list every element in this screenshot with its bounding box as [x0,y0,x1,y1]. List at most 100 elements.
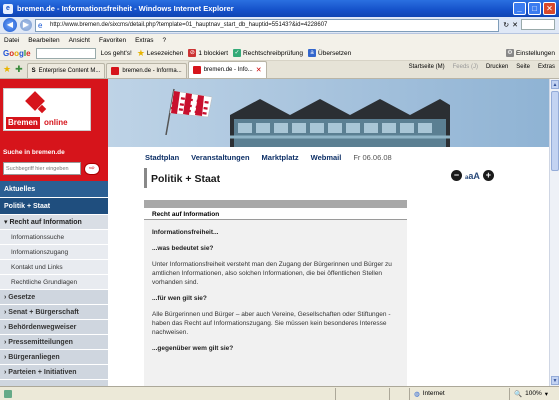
page-menu-button[interactable]: Seite [516,64,530,70]
font-larger-button[interactable]: + [482,170,494,181]
menu-bearbeiten[interactable]: Bearbeiten [28,37,59,44]
page-icon: e [38,20,43,30]
add-favorite-icon[interactable]: ✚ [15,64,23,75]
nav-marktplatz[interactable]: Marktplatz [262,153,299,162]
google-search-button[interactable]: Los geht's! [101,50,132,57]
address-input[interactable]: e http://www.bremen.de/sixcms/detail.php… [35,18,499,32]
article: Recht auf Information Informationsfreihe… [144,200,407,386]
zoom-control[interactable]: 🔍 100% ▾ [509,387,559,400]
minimize-button[interactable]: _ [513,2,526,15]
popup-blocker[interactable]: ⊘ 1 blockiert [188,49,228,57]
search-go-button[interactable]: ⇨ [84,163,100,175]
menu-help[interactable]: ? [163,37,167,44]
scroll-thumb[interactable] [551,91,559,171]
current-date: Fr 06.06.08 [353,152,392,162]
favorites-star-icon[interactable]: ★ [3,64,11,75]
spellcheck-button[interactable]: ✓ Rechtschreibprüfung [233,49,303,57]
article-header: Recht auf Information [144,209,407,220]
sidebar-item-aktuelles[interactable]: Aktuelles [0,181,108,198]
menu-bar: Datei Bearbeiten Ansicht Favoriten Extra… [0,34,559,46]
building-image [230,99,450,147]
article-topbar [144,200,407,208]
menu-extras[interactable]: Extras [135,37,153,44]
sidebar-item-informationszugang[interactable]: Informationszugang [0,245,108,260]
menu-favoriten[interactable]: Favoriten [99,37,126,44]
google-search-input[interactable] [35,47,96,59]
article-question: ...was bedeutet sie? [152,245,214,252]
site-search-input[interactable] [3,162,81,175]
nav-stadtplan[interactable]: Stadtplan [145,153,179,162]
refresh-button[interactable]: ↻ [503,21,509,29]
scroll-up-arrow[interactable]: ▲ [551,80,559,89]
address-url: http://www.bremen.de/sixcms/detail.php?t… [50,21,328,28]
command-bar: Startseite (M) Feeds (J) Drucken Seite E… [409,64,555,70]
page-status-icon [4,389,12,398]
article-paragraph: Alle Bürgerinnen und Bürger – aber auch … [152,311,391,336]
bookmarks-button[interactable]: ★ Lesezeichen [137,48,184,59]
address-actions: ↻ ✕ [503,19,555,30]
tab-favicon: S [31,68,36,74]
menu-ansicht[interactable]: Ansicht [69,37,90,44]
tab-bar: ★ ✚ S Enterprise Content M... bremen.de … [0,61,559,79]
main-navigation: Stadtplan Veranstaltungen Marktplatz Web… [145,149,545,165]
feeds-button[interactable]: Feeds (J) [453,64,478,70]
sidebar-item-informationssuche[interactable]: Informationssuche [0,230,108,245]
sidebar-item-kontakt[interactable]: Kontakt und Links [0,260,108,275]
tab-bremen-active[interactable]: bremen.de - Info... ✕ [187,61,267,78]
tab-favicon [111,67,120,75]
article-question: ...gegenüber wem gilt sie? [152,345,234,352]
sidebar-item-parteien[interactable]: › Parteien + Initiativen [0,365,108,380]
sidebar-item-grundlagen[interactable]: Rechtliche Grundlagen [0,275,108,290]
home-button[interactable]: Startseite (M) [409,64,445,70]
print-button[interactable]: Drucken [486,64,508,70]
stop-button[interactable]: ✕ [512,21,518,29]
status-bar: ◍ Internet 🔍 100% ▾ [0,386,559,400]
nav-webmail[interactable]: Webmail [311,153,342,162]
sidebar-item-presse[interactable]: › Pressemitteilungen [0,335,108,350]
tab-bremen-1[interactable]: bremen.de - Informa... [106,63,187,78]
main-content: Politik + Staat − aaA + Recht auf Inform… [108,165,549,386]
article-heading: Informationsfreiheit... [152,229,219,236]
sidebar-item-behoerden[interactable]: › Behördenwegweiser [0,320,108,335]
vertical-scrollbar[interactable]: ▲ ▼ [549,79,559,386]
nav-veranstaltungen[interactable]: Veranstaltungen [191,153,249,162]
font-size-controls: − aaA + [451,170,494,181]
back-button[interactable]: ◀ [3,18,17,32]
status-cell [335,387,389,400]
close-button[interactable]: ✕ [543,2,556,15]
menu-datei[interactable]: Datei [4,37,19,44]
sidebar-item-gesetze[interactable]: › Gesetze [0,290,108,305]
tab-close-icon[interactable]: ✕ [256,66,262,74]
translate-button[interactable]: a Übersetzen [308,49,351,57]
article-question: ...für wen gilt sie? [152,295,207,302]
translate-icon: a [308,49,317,57]
forward-button[interactable]: ▶ [20,19,32,31]
star-icon: ★ [136,47,145,58]
scroll-down-arrow[interactable]: ▼ [551,376,559,385]
bremen-online-logo[interactable]: Bremen online [3,88,91,131]
bremen-flag-image [165,88,213,135]
article-body: Informationsfreiheit... ...was bedeutet … [144,220,407,386]
tools-menu-button[interactable]: Extras [538,64,555,70]
sidebar-item-politik-staat[interactable]: Politik + Staat [0,198,108,215]
protected-mode-cell [389,387,409,400]
heading-accent [144,168,147,188]
google-toolbar: Google Los geht's! ★ Lesezeichen ⊘ 1 block… [0,46,559,61]
site-banner: Bremen online [0,79,549,147]
maximize-button[interactable]: □ [528,2,541,15]
live-search-input[interactable] [521,19,555,30]
block-icon: ⊘ [188,49,197,57]
globe-icon: ◍ [414,390,420,398]
tab-enterprise-content[interactable]: S Enterprise Content M... [26,63,106,78]
chevron-down-icon: ▾ [544,390,548,398]
sidebar-item-buergeranliegen[interactable]: › Bürgeranliegen [0,350,108,365]
font-smaller-button[interactable]: − [451,170,462,181]
zone-cell: ◍ Internet [409,387,509,400]
font-size-indicator: aaA [465,170,480,181]
window-controls: _ □ ✕ [513,2,556,15]
sidebar-item-senat[interactable]: › Senat + Bürgerschaft [0,305,108,320]
key-logo-bit [37,104,47,114]
google-settings-button[interactable]: ⚙ Einstellungen [505,49,555,57]
sidebar-section-recht[interactable]: ▾ Recht auf Information [0,215,108,230]
sidebar: Suche in bremen.de ⇨ Aktuelles Politik +… [0,147,108,386]
